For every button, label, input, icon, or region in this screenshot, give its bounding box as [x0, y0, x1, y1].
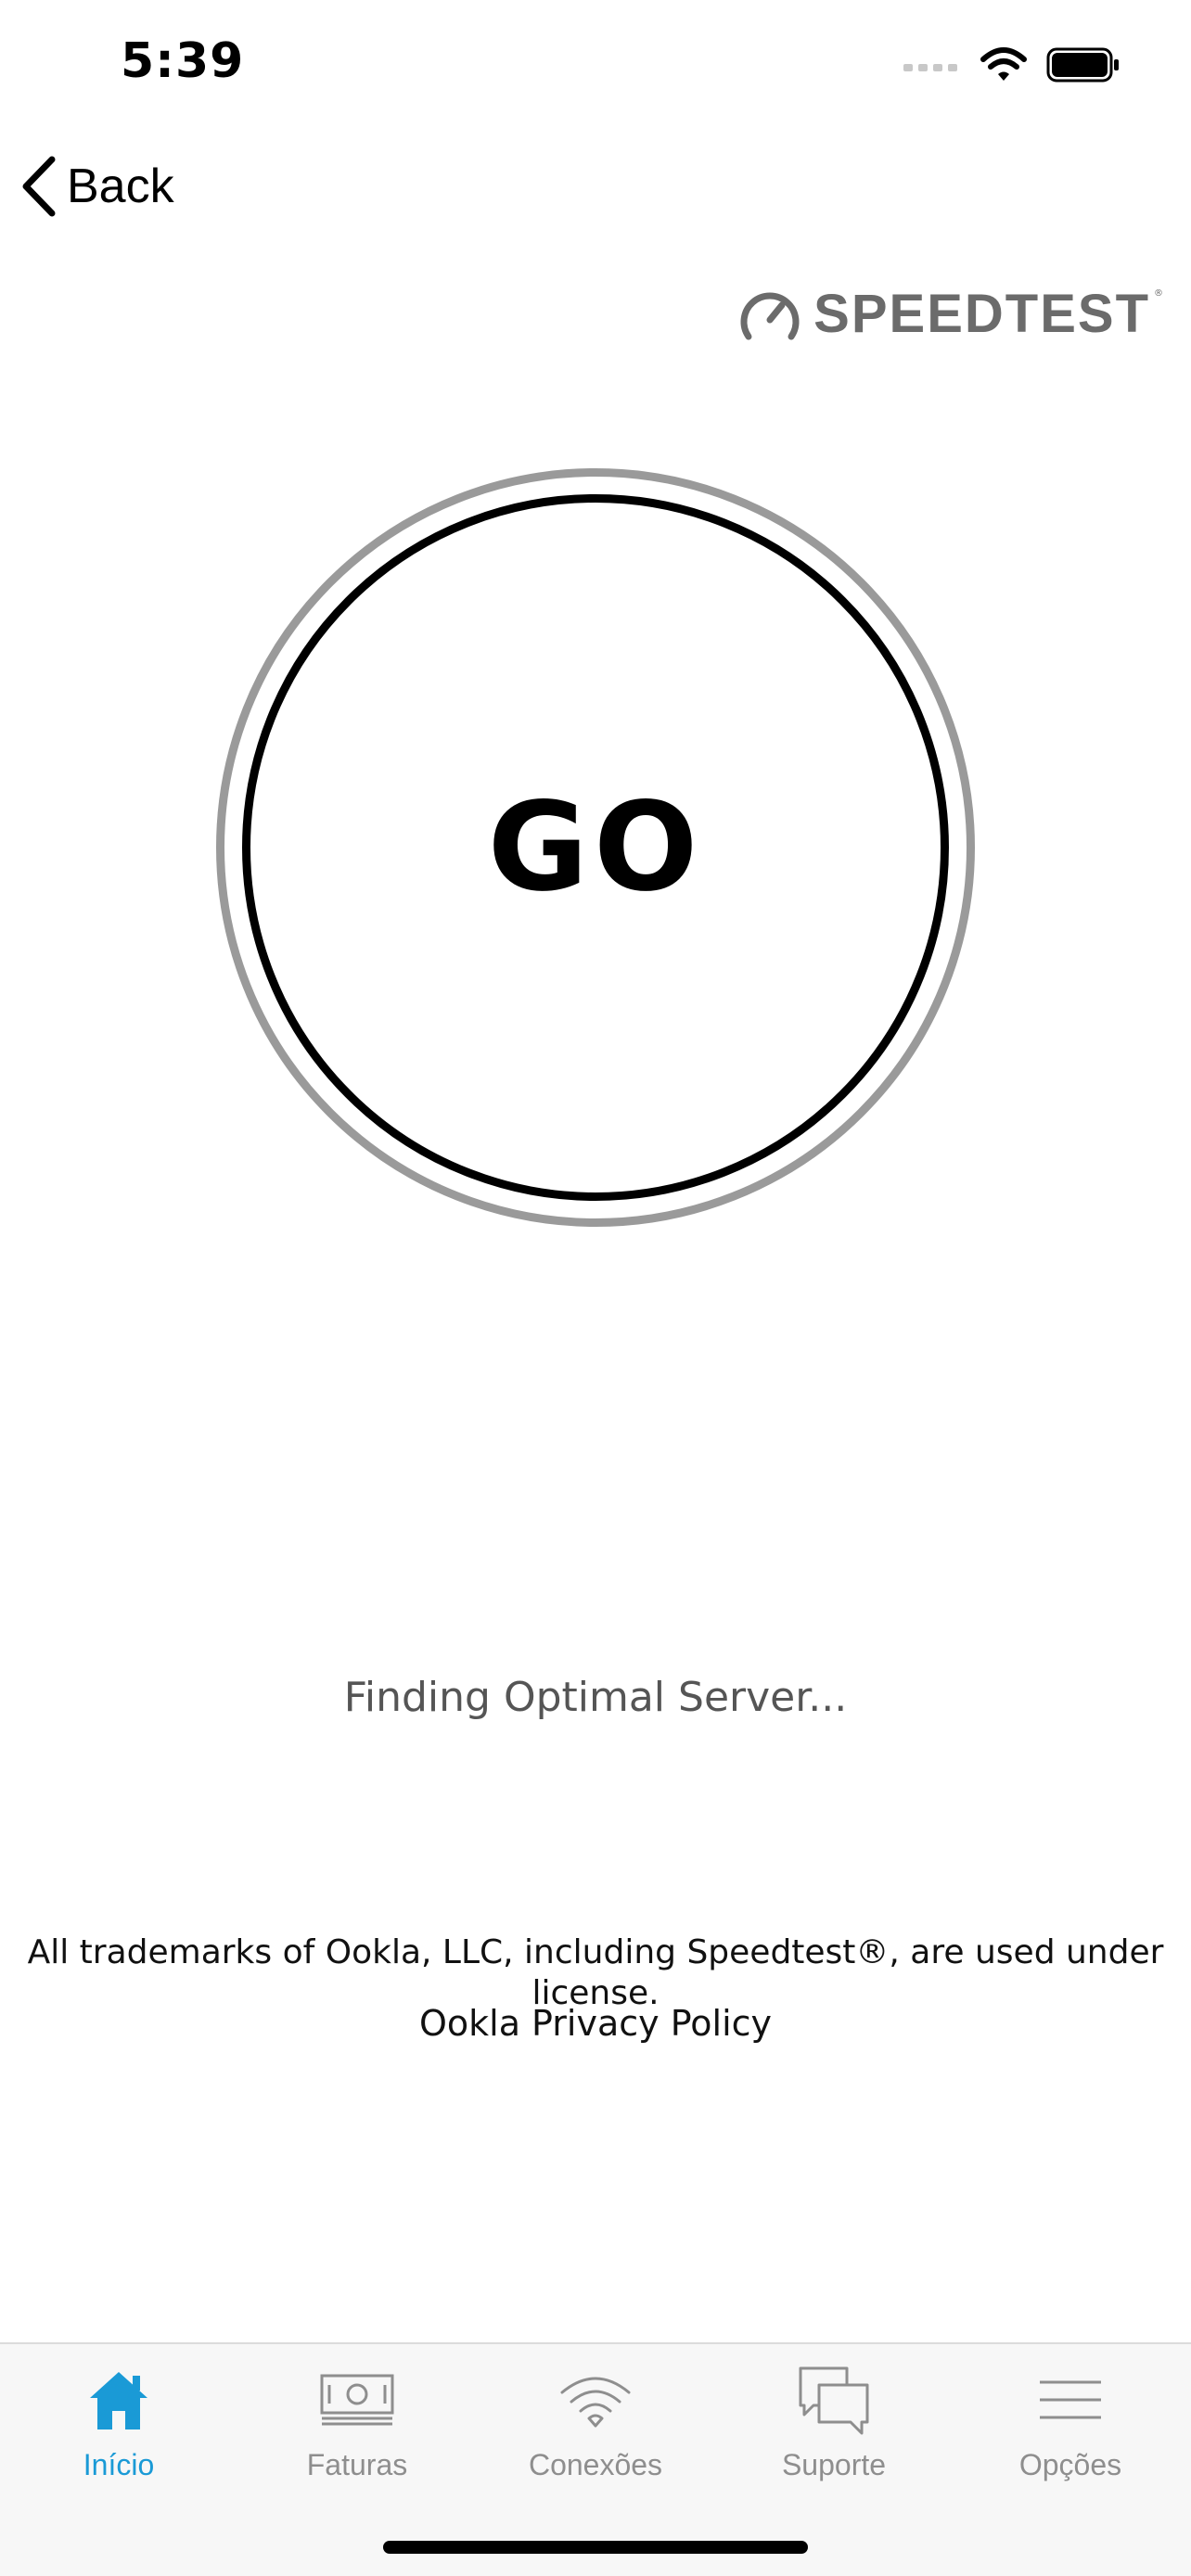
tab-opcoes[interactable]: Opções [968, 2363, 1172, 2482]
gauge-icon [740, 292, 800, 339]
go-button[interactable]: GO [242, 494, 949, 1201]
back-label: Back [67, 159, 174, 213]
speedtest-logo: SPEEDTEST ® [739, 283, 1163, 345]
menu-icon [1029, 2363, 1112, 2437]
wifi-status-icon [980, 47, 1027, 81]
logo-text: SPEEDTEST [813, 284, 1150, 344]
tab-label: Faturas [306, 2448, 408, 2481]
privacy-policy-link[interactable]: Ookla Privacy Policy [0, 2003, 1191, 2044]
tab-label: Suporte [781, 2448, 887, 2481]
tab-label: Conexões [528, 2448, 663, 2481]
tab-faturas[interactable]: Faturas [255, 2363, 459, 2482]
tab-label: Início [83, 2448, 155, 2481]
back-button[interactable]: Back [20, 156, 174, 217]
status-icons [903, 46, 1121, 83]
chat-icon [792, 2363, 876, 2437]
trademark-notice: All trademarks of Ookla, LLC, including … [27, 1933, 1164, 2012]
tab-suporte[interactable]: Suporte [732, 2363, 936, 2482]
server-status-text: Finding Optimal Server... [343, 1674, 848, 1721]
go-label: GO [487, 776, 704, 919]
status-time: 5:39 [121, 33, 245, 89]
tab-inicio[interactable]: Início [17, 2363, 221, 2482]
battery-icon [1046, 47, 1119, 83]
trademark-symbol: ® [1154, 288, 1163, 299]
bill-icon [315, 2363, 399, 2437]
home-indicator[interactable] [383, 2541, 808, 2554]
cellular-signal-icon [903, 64, 957, 71]
home-icon [77, 2363, 160, 2437]
tab-label: Opções [1018, 2448, 1122, 2481]
wifi-icon [554, 2363, 637, 2437]
tab-conexoes[interactable]: Conexões [493, 2363, 698, 2482]
chevron-left-icon [22, 156, 56, 217]
